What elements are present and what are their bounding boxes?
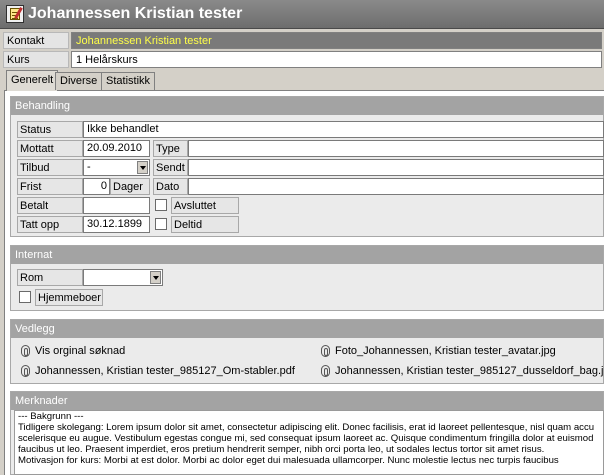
tab-generelt[interactable]: Generelt [6, 70, 59, 91]
chevron-down-icon[interactable] [137, 161, 148, 174]
avsluttet-checkbox[interactable] [155, 199, 167, 211]
window-title: Johannessen Kristian tester [28, 5, 243, 22]
betalt-field[interactable] [83, 197, 150, 214]
notes-line: --- Bakgrunn --- [18, 411, 84, 422]
merknader-header: Merknader [11, 392, 603, 410]
attachment-item[interactable]: Vis orginal søknad [21, 343, 125, 359]
tilbud-value: - [87, 161, 91, 173]
behandling-header: Behandling [11, 97, 603, 115]
status-label: Status [17, 121, 83, 138]
type-field[interactable] [188, 140, 604, 157]
sendt-field[interactable] [188, 159, 604, 176]
notes-line: faucibus ut leo. Praesent imperdiet, ero… [18, 444, 545, 455]
tab-statistikk[interactable]: Statistikk [101, 72, 156, 90]
internat-header: Internat [11, 246, 603, 264]
sendt-label: Sendt [153, 159, 188, 176]
avsluttet-label: Avsluttet [171, 197, 239, 214]
kurs-label: Kurs [3, 51, 69, 68]
dato-label: Dato [153, 178, 188, 195]
attachment-name: Foto_Johannessen, Kristian tester_avatar… [335, 345, 556, 357]
paperclip-icon [21, 345, 30, 357]
deltid-checkbox[interactable] [155, 218, 167, 230]
deltid-label: Deltid [171, 216, 239, 233]
chevron-down-icon[interactable] [150, 271, 161, 284]
type-label: Type [153, 140, 188, 157]
status-field[interactable]: Ikke behandlet [83, 121, 604, 138]
paperclip-icon [321, 345, 330, 357]
notes-line: scelerisque eu augue. Vestibulum egestas… [18, 433, 594, 444]
attachment-name: Johannessen, Kristian tester_985127_Om-s… [35, 365, 295, 377]
title-bar: Johannessen Kristian tester [0, 0, 604, 29]
attachment-item[interactable]: Foto_Johannessen, Kristian tester_avatar… [321, 343, 556, 359]
attachment-name: Vis orginal søknad [35, 345, 126, 357]
kontakt-label: Kontakt [3, 32, 69, 49]
tilbud-select[interactable]: - [83, 159, 150, 176]
tatt-opp-field[interactable]: 30.12.1899 [83, 216, 150, 233]
tilbud-label: Tilbud [17, 159, 83, 176]
vedlegg-header: Vedlegg [11, 320, 603, 338]
frist-unit: Dager [110, 178, 150, 195]
notes-textarea[interactable]: --- Bakgrunn --- Tidligere skolegang: Lo… [14, 410, 604, 475]
mottatt-label: Mottatt [17, 140, 83, 157]
paperclip-icon [321, 365, 330, 377]
notepad-icon[interactable] [6, 5, 24, 23]
kurs-field[interactable]: 1 Helårskurs [71, 51, 602, 68]
betalt-label: Betalt [17, 197, 83, 214]
frist-field[interactable]: 0 [83, 178, 110, 195]
notes-line: Motivasjon for kurs: Morbi at est dolor.… [18, 455, 559, 466]
kontakt-field[interactable]: Johannessen Kristian tester [71, 32, 602, 49]
dato-field[interactable] [188, 178, 604, 195]
notes-line: Tidligere skolegang: Lorem ipsum dolor s… [18, 422, 595, 433]
rom-label: Rom [17, 269, 83, 286]
tatt-opp-label: Tatt opp [17, 216, 83, 233]
tab-diverse[interactable]: Diverse [55, 72, 103, 90]
hjemmeboer-label: Hjemmeboer [35, 289, 103, 306]
attachment-name: Johannessen, Kristian tester_985127_duss… [335, 365, 604, 377]
hjemmeboer-checkbox[interactable] [19, 291, 31, 303]
paperclip-icon [21, 365, 30, 377]
rom-select[interactable] [83, 269, 163, 286]
attachment-item[interactable]: Johannessen, Kristian tester_985127_Om-s… [21, 363, 295, 379]
mottatt-field[interactable]: 20.09.2010 [83, 140, 150, 157]
attachment-item[interactable]: Johannessen, Kristian tester_985127_duss… [321, 363, 604, 379]
frist-label: Frist [17, 178, 83, 195]
